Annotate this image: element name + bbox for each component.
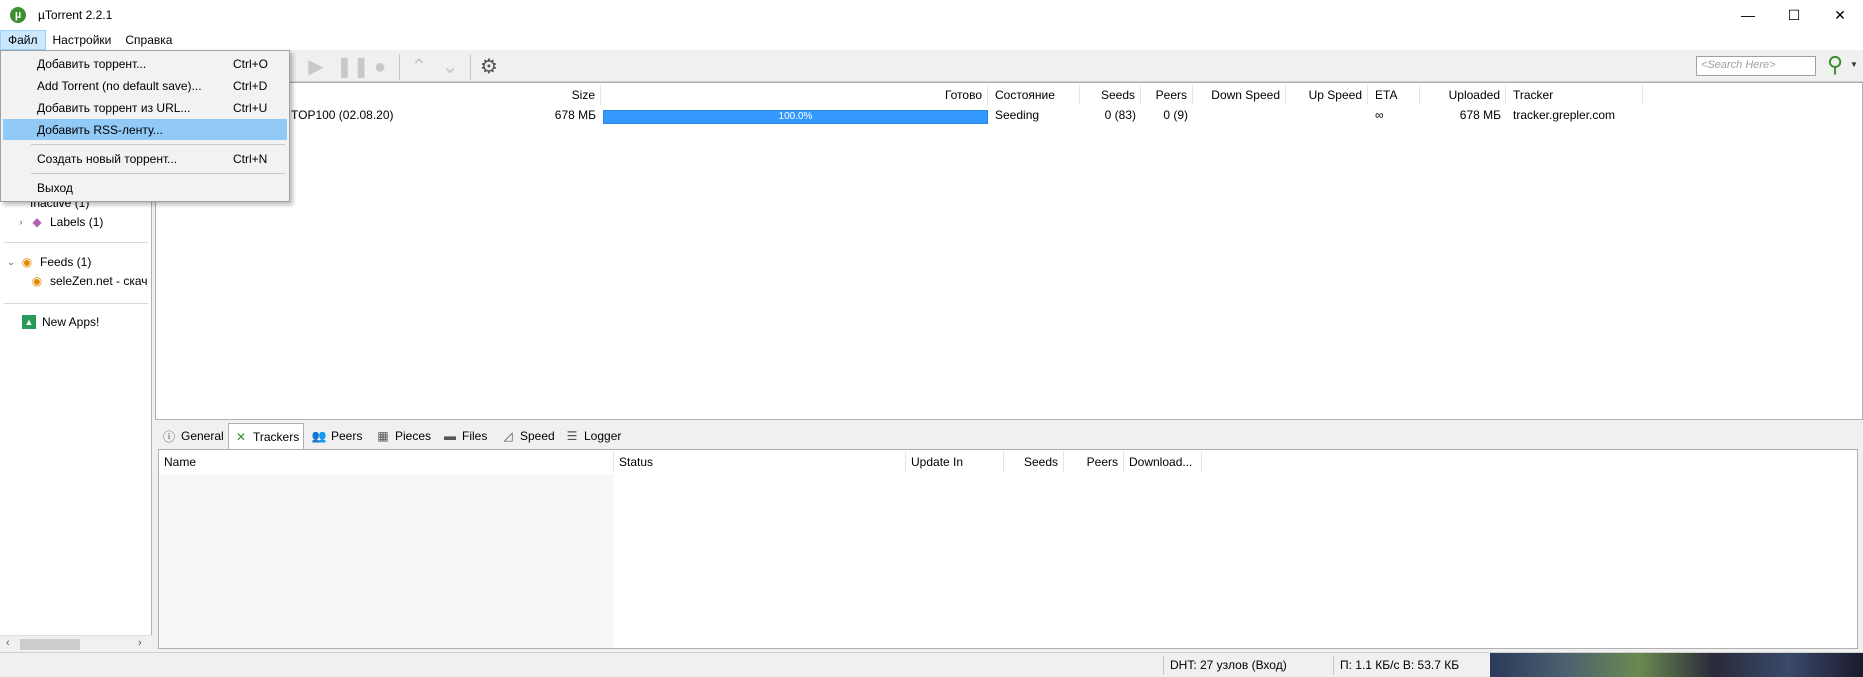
torrent-size: 678 МБ [554, 108, 596, 122]
search-input[interactable]: <Search Here> [1696, 56, 1816, 76]
menu-bar: Файл Настройки Справка [0, 30, 1863, 50]
tag-icon: ◆ [32, 215, 42, 229]
torrent-tracker: tracker.grepler.com [1513, 108, 1616, 122]
pieces-icon: ▦ [377, 429, 389, 443]
column-tracker-peers[interactable]: Peers [1064, 452, 1124, 472]
menu-item-add-rss-feed[interactable]: Добавить RSS-ленту... [3, 119, 287, 140]
trackers-icon: ✕ [235, 429, 247, 444]
torrent-list: Size Готово Состояние Seeds Peers Down S… [155, 82, 1863, 420]
menu-item-add-torrent-no-default[interactable]: Add Torrent (no default save)... Ctrl+D [3, 75, 287, 96]
file-menu-dropdown: Добавить торрент... Ctrl+O Add Torrent (… [0, 50, 290, 202]
torrent-peers: 0 (9) [1163, 108, 1188, 122]
dht-status[interactable]: DHT: 27 узлов (Вход) [1170, 658, 1287, 672]
column-tracker-downloaded[interactable]: Download... [1124, 452, 1202, 472]
status-divider [1163, 656, 1164, 675]
sidebar-item-labels[interactable]: › ◆ Labels (1) [16, 213, 104, 231]
menu-separator [31, 144, 285, 145]
column-size[interactable]: Size [543, 85, 601, 105]
column-down-speed[interactable]: Down Speed [1195, 85, 1286, 105]
tab-pieces[interactable]: ▦ Pieces [371, 425, 435, 447]
torrent-eta: ∞ [1375, 108, 1384, 122]
gear-icon[interactable]: ⚙ [478, 56, 500, 78]
folder-icon: ▬ [444, 429, 456, 443]
window-title: µTorrent 2.2.1 [38, 8, 113, 22]
status-bar: DHT: 27 узлов (Вход) П: 1.1 КБ/с В: 53.7… [0, 652, 1863, 677]
apps-icon: ▲ [22, 315, 36, 329]
tab-trackers[interactable]: ✕ Trackers [228, 423, 305, 449]
column-peers[interactable]: Peers [1143, 85, 1193, 105]
menu-settings[interactable]: Настройки [46, 30, 119, 50]
torrent-uploaded: 678 МБ [1459, 108, 1501, 122]
utorrent-logo-icon: µ [10, 7, 26, 23]
taskbar-thumbnail-strip [1490, 653, 1863, 677]
speed-graph-icon: ◿ [503, 429, 513, 443]
torrent-name: TOP100 (02.08.20) [291, 108, 394, 122]
pause-icon[interactable]: ❚❚ [336, 56, 370, 78]
chevron-down-icon[interactable]: ▼ [1850, 60, 1858, 69]
menu-item-add-torrent[interactable]: Добавить торрент... Ctrl+O [3, 53, 287, 74]
logger-icon: ☰ [566, 429, 578, 443]
transfer-status[interactable]: П: 1.1 КБ/с В: 53.7 КБ [1340, 658, 1459, 672]
sidebar-divider [4, 242, 148, 243]
tab-peers[interactable]: 👥 Peers [307, 425, 366, 447]
chevron-right-icon[interactable]: › [138, 637, 142, 649]
toolbar-separator [470, 54, 471, 80]
scrollbar-thumb[interactable] [20, 639, 80, 650]
move-down-icon[interactable]: ⌄ [439, 56, 461, 78]
menu-separator [31, 173, 285, 174]
sidebar-divider [4, 303, 148, 304]
menu-item-add-torrent-url[interactable]: Добавить торрент из URL... Ctrl+U [3, 97, 287, 118]
column-tracker-name[interactable]: Name [159, 452, 614, 472]
column-seeds[interactable]: Seeds [1081, 85, 1141, 105]
window-controls: — ☐ ✕ [1725, 0, 1863, 30]
column-update-in[interactable]: Update In [906, 452, 1004, 472]
chevron-right-icon[interactable]: › [16, 217, 26, 227]
column-up-speed[interactable]: Up Speed [1288, 85, 1368, 105]
column-tracker[interactable]: Tracker [1508, 85, 1643, 105]
rss-icon: ◉ [31, 274, 43, 288]
menu-item-create-torrent[interactable]: Создать новый торрент... Ctrl+N [3, 148, 287, 169]
tab-general[interactable]: ⓘ General [157, 425, 228, 447]
column-done[interactable]: Готово [603, 85, 988, 105]
chevron-down-icon[interactable]: ⌄ [6, 257, 16, 268]
play-icon[interactable]: ▶ [305, 56, 327, 78]
column-tracker-status[interactable]: Status [614, 452, 906, 472]
stop-icon[interactable]: ● [369, 56, 391, 78]
minimize-button[interactable]: — [1725, 0, 1771, 30]
detail-tabs: ⓘ General ✕ Trackers 👥 Peers ▦ Pieces ▬ … [155, 423, 1863, 449]
search-icon[interactable]: ⚲ [1822, 52, 1848, 78]
column-tracker-seeds[interactable]: Seeds [1004, 452, 1064, 472]
menu-item-exit[interactable]: Выход [3, 177, 287, 198]
rss-icon: ◉ [21, 255, 33, 269]
tab-speed[interactable]: ◿ Speed [496, 425, 559, 447]
tab-files[interactable]: ▬ Files [438, 425, 491, 447]
info-icon: ⓘ [162, 429, 175, 444]
column-eta[interactable]: ETA [1370, 85, 1420, 105]
maximize-button[interactable]: ☐ [1771, 0, 1817, 30]
menu-help[interactable]: Справка [118, 30, 179, 50]
column-status[interactable]: Состояние [990, 85, 1080, 105]
sidebar-scrollbar[interactable]: ‹ › [0, 635, 152, 652]
toolbar-separator [399, 54, 400, 80]
sidebar-item-feeds[interactable]: ⌄ ◉ Feeds (1) [6, 253, 91, 271]
sidebar-item-feed[interactable]: ◉ seleZen.net - скач [30, 272, 148, 290]
peers-icon: 👥 [311, 429, 327, 443]
trackers-name-column [159, 474, 614, 648]
torrent-seeds: 0 (83) [1104, 108, 1136, 122]
tab-logger[interactable]: ☰ Logger [560, 425, 625, 447]
move-up-icon[interactable]: ⌃ [408, 56, 430, 78]
menu-file[interactable]: Файл [0, 30, 46, 50]
chevron-left-icon[interactable]: ‹ [6, 637, 10, 649]
torrent-status: Seeding [995, 108, 1040, 122]
close-button[interactable]: ✕ [1817, 0, 1863, 30]
title-bar: µ µTorrent 2.2.1 — ☐ ✕ [0, 0, 1863, 30]
sidebar-item-new-apps[interactable]: ▲ New Apps! [22, 313, 99, 331]
status-divider [1333, 656, 1334, 675]
trackers-panel: Name Status Update In Seeds Peers Downlo… [158, 449, 1858, 649]
column-uploaded[interactable]: Uploaded [1422, 85, 1506, 105]
progress-bar: 100.0% [603, 110, 988, 124]
